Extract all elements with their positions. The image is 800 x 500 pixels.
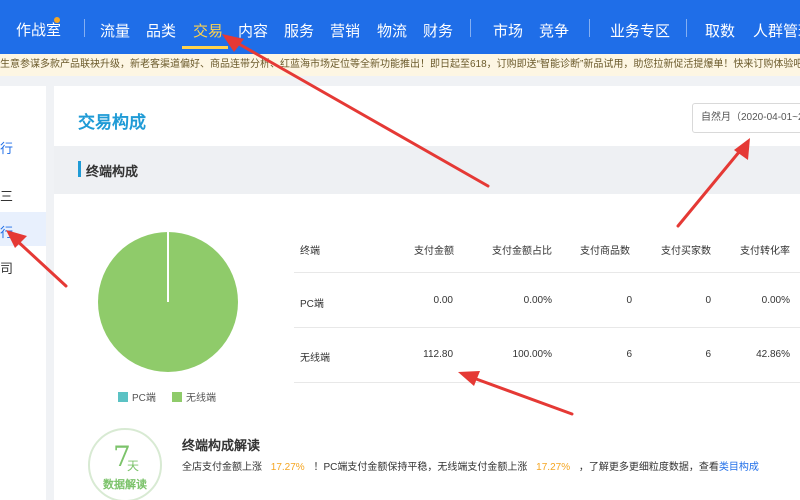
sidebar-item-label[interactable]: 司 [0,258,13,277]
nav-item-service[interactable]: 服务 [284,20,314,41]
table-cell-terminal: 无线端 [300,353,330,364]
nav-item-data-fetch[interactable]: 取数 [705,20,735,41]
table-divider [294,327,800,328]
nav-separator [589,19,590,37]
table-divider [294,382,800,383]
interp-text-part: ！PC端支付金额保持平稳，无线端支付金额上涨 [313,462,528,473]
interpretation-title: 终端构成解读 [182,438,261,453]
announcement-bar[interactable]: 生意参谋多款产品联袂升级，新老客渠道偏好、商品连带分析、红蓝海市场定位等全新功能… [0,54,800,76]
table-cell-pay-share: 100.00% [512,349,552,360]
legend-label-pc: PC端 [132,393,156,404]
interpretation-text: 全店支付金额上涨 17.27% ！PC端支付金额保持平稳，无线端支付金额上涨 1… [182,458,759,473]
nav-item-logistics[interactable]: 物流 [377,20,407,41]
sidebar-item-label[interactable]: 行 [0,222,13,241]
nav-item-category[interactable]: 品类 [146,20,176,41]
legend-swatch-wireless [172,392,182,402]
column-header-pay-buyers[interactable]: 支付买家数 [661,242,711,257]
table-cell-pay-items: 0 [626,295,632,306]
interp-growth-pct: 17.27% [536,462,571,473]
sidebar-item-label[interactable]: 行 [0,138,13,157]
legend-item-pc[interactable]: PC端 [118,389,156,404]
nav-item-finance[interactable]: 财务 [423,20,453,41]
table-cell-pay-buyers: 6 [705,349,711,360]
table-divider [294,272,800,273]
brand-badge-dot [54,17,60,23]
nav-item-traffic[interactable]: 流量 [100,20,130,41]
section-header [54,146,800,194]
table-cell-pay-amount: 0.00 [433,295,453,306]
terminal-pie-chart[interactable] [96,230,240,374]
section-marker [78,161,81,177]
interp-growth-pct: 17.27% [270,462,305,473]
nav-separator [686,19,687,37]
section-title: 终端构成 [86,164,139,179]
column-header-pay-share[interactable]: 支付金额占比 [492,242,552,257]
legend-item-wireless[interactable]: 无线端 [172,389,216,404]
column-header-pay-amount[interactable]: 支付金额 [414,242,454,257]
table-cell-pay-amount: 112.80 [423,349,453,360]
table-cell-conversion-rate: 0.00% [761,295,790,306]
table-cell-pay-share: 0.00% [523,295,552,306]
badge-unit: 天 [127,459,140,473]
page-title: 交易构成 [78,113,146,132]
nav-separator [470,19,471,37]
badge-text: 数据解读 [103,479,147,491]
legend-label-wireless: 无线端 [186,393,216,404]
column-header-conversion-rate[interactable]: 支付转化率 [740,242,790,257]
table-cell-terminal: PC端 [300,299,324,310]
column-header-pay-items[interactable]: 支付商品数 [580,242,630,257]
table-cell-pay-items: 6 [626,349,632,360]
date-range-picker[interactable]: 自然月（2020-04-01~2020-04-30） [692,103,800,133]
nav-item-content[interactable]: 内容 [238,20,268,41]
nav-item-market[interactable]: 市场 [493,20,523,41]
interp-text-part: 全店支付金额上涨 [182,462,262,473]
sidebar-item-label[interactable]: 三 [0,186,13,205]
legend-swatch-pc [118,392,128,402]
nav-item-competition[interactable]: 竞争 [539,20,569,41]
column-header-terminal: 终端 [300,246,320,257]
nav-separator [84,19,85,37]
top-navigation-bar: 作战室 流量 品类 交易 内容 服务 营销 物流 财务 市场 竞争 业务专区 取… [0,0,800,54]
nav-item-marketing[interactable]: 营销 [330,20,360,41]
category-composition-link[interactable]: 类目构成 [719,462,759,473]
nav-item-trade[interactable]: 交易 [193,20,223,41]
interp-text-part: ，了解更多更细粒度数据，查看 [578,462,719,473]
nav-item-crowd-management[interactable]: 人群管理 [753,20,800,41]
active-nav-underline [182,46,228,49]
table-cell-conversion-rate: 42.86% [756,349,790,360]
nav-item-business-zone[interactable]: 业务专区 [610,20,670,41]
table-cell-pay-buyers: 0 [705,295,711,306]
